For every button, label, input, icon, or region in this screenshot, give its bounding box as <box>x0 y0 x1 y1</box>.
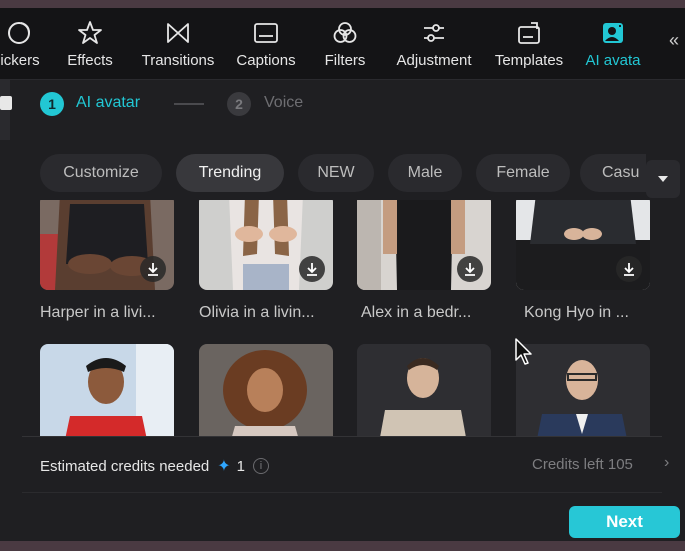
effects-star-icon <box>78 21 102 44</box>
collapse-panel-icon[interactable]: « <box>669 30 679 51</box>
step2-label[interactable]: Voice <box>264 94 303 112</box>
chip-trending[interactable]: Trending <box>176 154 284 192</box>
avatar-thumbnail <box>199 344 333 436</box>
toolbar-label: Effects <box>67 52 113 69</box>
chip-casual-clip: Casu <box>580 154 646 192</box>
ai-avatar-icon <box>603 23 623 43</box>
sparkle-icon: ✦ <box>217 458 231 475</box>
avatar-card-male-beige[interactable] <box>357 344 491 436</box>
avatar-thumbnail <box>516 344 650 436</box>
toolbar-effects[interactable]: Effects <box>60 16 120 76</box>
avatar-thumbnail <box>357 344 491 436</box>
media-toolbar: ickers Effects Transitions Captions Filt… <box>0 8 685 80</box>
download-icon <box>624 263 634 276</box>
toolbar-label: Filters <box>324 52 366 69</box>
chip-female[interactable]: Female <box>476 154 570 192</box>
download-icon <box>148 263 158 276</box>
credits-label: Estimated credits needed <box>40 457 210 475</box>
info-icon[interactable]: i <box>253 458 270 474</box>
avatar-title: Olivia in a livin... <box>199 304 315 321</box>
avatar-grid: Harper in a livi... Olivia in a livin...… <box>0 200 685 436</box>
toolbar-captions[interactable]: Captions <box>230 16 302 76</box>
toolbar-label: ickers <box>0 52 40 69</box>
transitions-icon <box>167 23 189 43</box>
toolbar-adjustment[interactable]: Adjustment <box>388 16 480 76</box>
avatar-card-olivia[interactable] <box>199 200 333 290</box>
edge-icon[interactable] <box>0 96 12 110</box>
avatar-card-male-red-shirt[interactable] <box>40 344 174 436</box>
download-button[interactable] <box>616 256 642 282</box>
footer-divider-2 <box>22 492 662 493</box>
toolbar-ai-avatar[interactable]: AI avata <box>578 16 648 76</box>
toolbar-label: Transitions <box>141 52 215 69</box>
toolbar-label: Templates <box>494 52 564 69</box>
chip-new[interactable]: NEW <box>298 154 374 192</box>
captions-icon <box>254 23 278 43</box>
left-edge-strip <box>0 80 10 140</box>
avatar-card-kong-hyo[interactable] <box>516 200 650 290</box>
download-button[interactable] <box>457 256 483 282</box>
filters-icon <box>333 22 357 43</box>
adjustment-sliders-icon <box>424 24 444 42</box>
next-button[interactable]: Next <box>569 506 680 538</box>
mouse-cursor-icon <box>515 338 532 365</box>
avatar-card-male-suit[interactable] <box>516 344 650 436</box>
toolbar-transitions[interactable]: Transitions <box>134 16 222 76</box>
avatar-title: Alex in a bedr... <box>361 304 472 321</box>
download-icon <box>465 263 475 276</box>
toolbar-templates[interactable]: Templates <box>488 16 570 76</box>
download-button[interactable] <box>299 256 325 282</box>
stickers-icon <box>8 22 30 44</box>
window-frame-bottom <box>0 541 685 551</box>
avatar-card-harper[interactable] <box>40 200 174 290</box>
toolbar-filters[interactable]: Filters <box>316 16 374 76</box>
templates-icon <box>518 22 540 44</box>
toolbar-label: AI avata <box>585 52 641 69</box>
ai-avatar-panel: ickers Effects Transitions Captions Filt… <box>0 8 685 541</box>
avatar-card-alex[interactable] <box>357 200 491 290</box>
chevron-right-icon[interactable]: › <box>664 454 669 472</box>
chip-male[interactable]: Male <box>388 154 462 192</box>
download-button[interactable] <box>140 256 166 282</box>
toolbar-label: Captions <box>236 52 296 69</box>
avatar-title: Kong Hyo in ... <box>524 304 629 321</box>
credits-left[interactable]: Credits left 105 <box>532 456 633 473</box>
avatar-thumbnail <box>40 344 174 436</box>
step1-number: 1 <box>40 92 64 116</box>
step1-label[interactable]: AI avatar <box>76 94 140 112</box>
chip-customize[interactable]: Customize <box>40 154 162 192</box>
footer-divider <box>22 436 662 437</box>
avatar-title: Harper in a livi... <box>40 304 156 321</box>
download-icon <box>307 263 317 276</box>
step2-number: 2 <box>227 92 251 116</box>
chip-casual[interactable]: Casu <box>580 154 646 192</box>
toolbar-label: Adjustment <box>396 52 472 69</box>
caret-down-icon <box>658 176 668 182</box>
toolbar-stickers[interactable]: ickers <box>0 16 48 76</box>
chip-dropdown-button[interactable] <box>646 160 680 198</box>
avatar-card-female-curly[interactable] <box>199 344 333 436</box>
step-connector <box>174 103 204 105</box>
estimated-credits: Estimated credits needed ✦ 1 i <box>40 456 270 476</box>
credits-value: 1 <box>236 457 246 475</box>
window-frame-top <box>0 0 685 8</box>
